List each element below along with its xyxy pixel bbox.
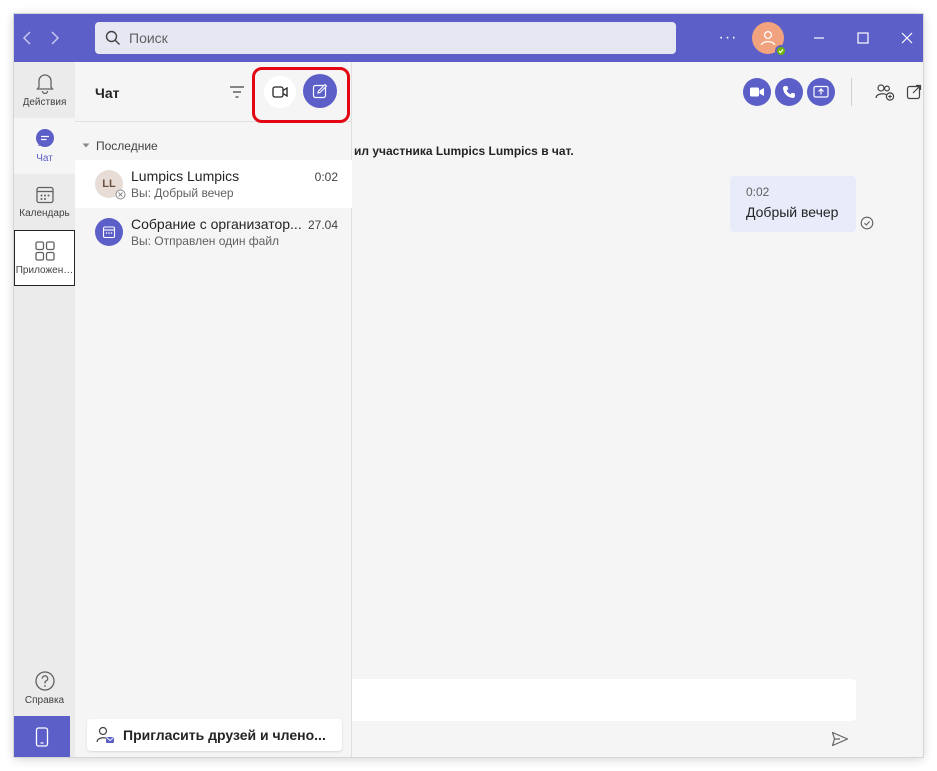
maximize-icon (857, 32, 869, 44)
message-input[interactable] (352, 679, 856, 721)
close-icon (901, 32, 913, 44)
apps-icon (34, 241, 55, 261)
video-camera-icon (272, 86, 288, 98)
search-icon (105, 30, 120, 45)
section-label: Последние (96, 139, 158, 153)
video-call-button[interactable] (743, 78, 771, 106)
user-avatar[interactable] (752, 22, 787, 57)
teams-window: ··· Действия Чат Календарь (14, 14, 923, 757)
chat-preview: Вы: Отправлен один файл (131, 234, 280, 248)
filter-button[interactable] (225, 80, 249, 104)
help-icon (34, 671, 55, 691)
rail-item-apps[interactable]: Приложен… (14, 230, 75, 286)
meeting-calendar-icon (102, 226, 116, 239)
invite-label: Пригласить друзей и члено... (123, 727, 326, 743)
share-screen-button[interactable] (807, 78, 835, 106)
mobile-icon (35, 726, 49, 747)
section-recent[interactable]: Последние (75, 136, 352, 156)
avatar: LL (95, 170, 126, 200)
chat-list-header: Чат (75, 62, 352, 123)
rail-item-label: Чат (36, 153, 53, 164)
rail-item-label: Приложен… (15, 265, 74, 276)
avatar-initials: LL (102, 178, 116, 190)
message-text: Добрый вечер (746, 204, 839, 220)
invite-person-icon (96, 726, 114, 743)
minimize-button[interactable] (807, 26, 831, 50)
close-button[interactable] (895, 26, 919, 50)
chat-icon (35, 129, 54, 147)
rail-item-activity[interactable]: Действия (14, 62, 75, 118)
compose-icon (312, 83, 328, 99)
share-screen-icon (813, 85, 829, 98)
new-chat-button[interactable] (303, 74, 337, 108)
system-message: ил участника Lumpics Lumpics в чат. (354, 144, 574, 158)
chat-preview: Вы: Добрый вечер (131, 186, 234, 200)
send-icon (831, 731, 849, 747)
filter-icon (230, 86, 244, 98)
phone-icon (783, 86, 795, 98)
chevron-right-icon (51, 31, 60, 45)
message-composer[interactable] (352, 679, 856, 721)
avatar (95, 218, 123, 246)
maximize-button[interactable] (851, 26, 875, 50)
pop-out-icon (906, 84, 922, 100)
rail-item-label: Действия (22, 97, 67, 108)
back-button[interactable] (16, 26, 40, 50)
chat-name: Lumpics Lumpics (131, 168, 240, 184)
rail-item-calendar[interactable]: Календарь (14, 174, 75, 230)
search-box[interactable] (95, 22, 676, 54)
presence-available-icon (775, 45, 787, 57)
more-options-button[interactable]: ··· (716, 26, 740, 50)
rail-item-label: Календарь (19, 208, 70, 219)
rail-item-label: Справка (24, 695, 65, 706)
minimize-icon (814, 37, 824, 39)
message-time: 0:02 (746, 185, 770, 199)
title-bar: ··· (14, 14, 923, 62)
chevron-left-icon (22, 31, 31, 45)
caret-down-icon (82, 143, 90, 148)
status-away-icon (115, 189, 126, 200)
chat-name: Собрание с организатор... (131, 216, 302, 232)
rail-item-help[interactable]: Справка (14, 660, 75, 716)
forward-button[interactable] (42, 26, 66, 50)
add-people-icon (875, 84, 895, 101)
invite-button[interactable]: Пригласить друзей и члено... (87, 719, 342, 751)
conversation-header (352, 62, 923, 122)
meet-now-button[interactable] (264, 76, 296, 108)
add-people-button[interactable] (872, 79, 898, 105)
header-divider (851, 78, 852, 106)
pop-out-button[interactable] (901, 79, 923, 105)
chat-time: 0:02 (314, 170, 338, 184)
chat-list-item[interactable]: Собрание с организатор... 27.04 Вы: Отпр… (75, 208, 352, 256)
message-sent-icon (860, 216, 874, 230)
message-bubble[interactable]: 0:02 Добрый вечер (730, 176, 856, 232)
chat-list-item[interactable]: LL Lumpics Lumpics 0:02 Вы: Добрый вечер (75, 160, 352, 208)
send-button[interactable] (828, 727, 852, 751)
conversation-pane: ил участника Lumpics Lumpics в чат. 0:02… (352, 62, 923, 757)
video-camera-icon (750, 87, 764, 97)
calendar-icon (35, 186, 54, 204)
chat-time: 27.04 (307, 218, 338, 232)
audio-call-button[interactable] (775, 78, 803, 106)
person-icon (760, 30, 776, 46)
chat-list-pane: Чат Последние LL Lumpics Lumpics 0:02 Вы (75, 62, 352, 757)
app-rail: Действия Чат Календарь Приложен… Справка (14, 62, 75, 757)
bell-icon (35, 74, 54, 94)
mobile-app-button[interactable] (14, 716, 70, 757)
page-title: Чат (95, 85, 120, 101)
rail-item-chat[interactable]: Чат (14, 118, 75, 174)
search-input[interactable] (129, 30, 649, 46)
